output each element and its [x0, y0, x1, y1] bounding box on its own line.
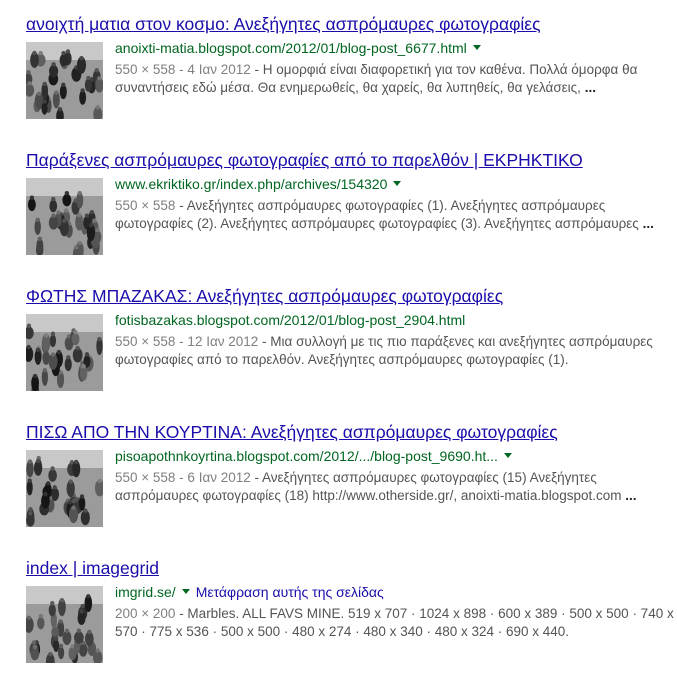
result-thumbnail[interactable] — [26, 586, 103, 663]
result-url[interactable]: fotisbazakas.blogspot.com/2012/01/blog-p… — [115, 312, 465, 328]
search-result: ανοιχτή ματια στον κοσμο: Ανεξήγητες ασπ… — [26, 13, 671, 119]
result-meta: 550 × 558 - 12 Ιαν 2012 — [115, 334, 259, 349]
result-snippet: 550 × 558 - 4 Ιαν 2012 - Η ομορφιά είναι… — [115, 61, 675, 98]
result-url[interactable]: anoixti-matia.blogspot.com/2012/01/blog-… — [115, 40, 467, 56]
result-meta: 550 × 558 - 6 Ιαν 2012 — [115, 470, 251, 485]
result-thumbnail[interactable] — [26, 314, 103, 391]
result-snippet: 550 × 558 - 12 Ιαν 2012 - Μια συλλογή με… — [115, 333, 675, 370]
result-title-link[interactable]: index | imagegrid — [26, 557, 671, 579]
result-title-link[interactable]: Παράξενες ασπρόμαυρες φωτογραφίες από το… — [26, 149, 671, 171]
result-title-link[interactable]: ανοιχτή ματια στον κοσμο: Ανεξήγητες ασπ… — [26, 13, 671, 35]
result-thumbnail[interactable] — [26, 42, 103, 119]
result-url[interactable]: pisoapothnkoyrtina.blogspot.com/2012/...… — [115, 448, 498, 464]
result-snippet: 550 × 558 - 6 Ιαν 2012 - Ανεξήγητες ασπρ… — [115, 469, 675, 506]
search-result: ΦΩΤΗΣ ΜΠΑΖΑΚΑΣ: Ανεξήγητες ασπρόμαυρες φ… — [26, 285, 671, 391]
result-title-link[interactable]: ΦΩΤΗΣ ΜΠΑΖΑΚΑΣ: Ανεξήγητες ασπρόμαυρες φ… — [26, 285, 671, 307]
chevron-down-icon[interactable] — [503, 453, 512, 458]
result-url[interactable]: imgrid.se/ — [115, 584, 176, 600]
result-snippet-text: - Marbles. ALL FAVS MINE. 519 x 707 · 10… — [115, 606, 674, 640]
result-ellipsis: ... — [642, 216, 654, 232]
photo-image — [26, 450, 103, 527]
photo-image — [26, 178, 103, 255]
result-ellipsis: ... — [625, 488, 637, 504]
chevron-down-icon[interactable] — [181, 589, 190, 594]
result-ellipsis: ... — [584, 80, 596, 96]
result-thumbnail[interactable] — [26, 450, 103, 527]
photo-image — [26, 42, 103, 119]
photo-image — [26, 586, 103, 663]
result-meta: 550 × 558 - 4 Ιαν 2012 — [115, 62, 251, 77]
search-result: ΠΙΣΩ ΑΠΟ ΤΗΝ ΚΟΥΡΤΙΝΑ: Ανεξήγητες ασπρόμ… — [26, 421, 671, 527]
result-snippet: 550 × 558 - Ανεξήγητες ασπρόμαυρες φωτογ… — [115, 197, 675, 234]
search-result: Παράξενες ασπρόμαυρες φωτογραφίες από το… — [26, 149, 671, 255]
search-result: index | imagegrid imgrid.se/Μετάφραση αυ… — [26, 557, 674, 663]
photo-image — [26, 314, 103, 391]
result-snippet: 200 × 200 - Marbles. ALL FAVS MINE. 519 … — [115, 605, 675, 642]
translate-page-link[interactable]: Μετάφραση αυτής της σελίδας — [196, 584, 384, 600]
result-url[interactable]: www.ekriktiko.gr/index.php/archives/1543… — [115, 176, 387, 192]
chevron-down-icon[interactable] — [393, 181, 402, 186]
result-snippet-text: - Ανεξήγητες ασπρόμαυρες φωτογραφίες (1)… — [115, 198, 643, 232]
result-thumbnail[interactable] — [26, 178, 103, 255]
result-meta: 550 × 558 — [115, 198, 176, 213]
result-title-link[interactable]: ΠΙΣΩ ΑΠΟ ΤΗΝ ΚΟΥΡΤΙΝΑ: Ανεξήγητες ασπρόμ… — [26, 421, 671, 443]
result-meta: 200 × 200 — [115, 606, 176, 621]
chevron-down-icon[interactable] — [472, 45, 481, 50]
